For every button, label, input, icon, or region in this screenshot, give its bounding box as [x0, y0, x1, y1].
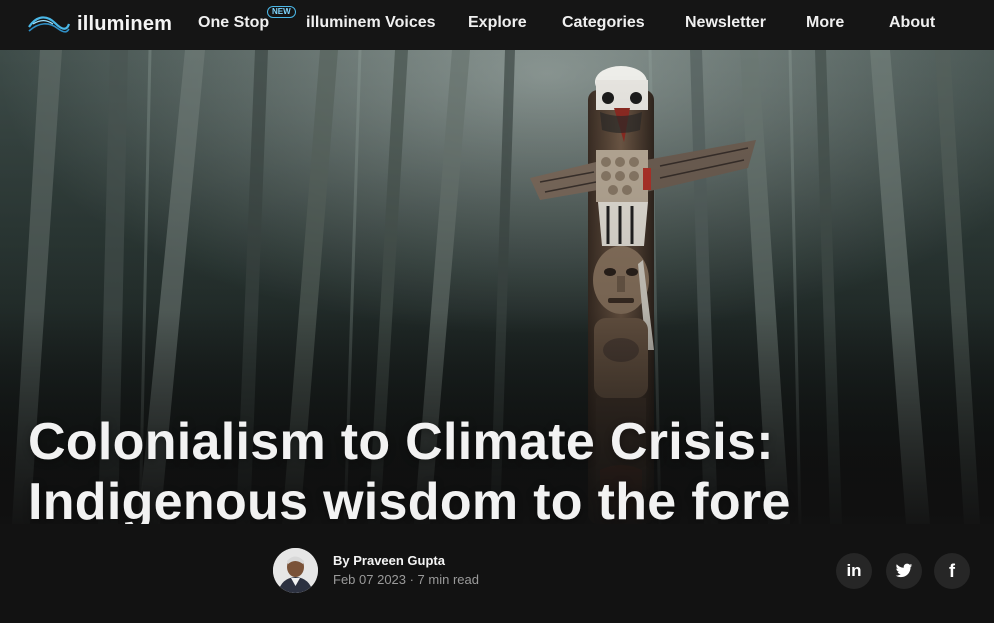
- new-badge: NEW: [267, 6, 296, 18]
- nav-explore[interactable]: Explore: [468, 14, 527, 32]
- top-nav: illuminem One Stop NEW illuminem Voices …: [0, 0, 994, 50]
- publish-date: Feb 07 2023 · 7 min read: [333, 572, 479, 587]
- nav-newsletter[interactable]: Newsletter: [685, 14, 766, 32]
- logo-text: illuminem: [77, 12, 173, 35]
- author-avatar[interactable]: [273, 548, 318, 593]
- logo-wave-icon: [28, 16, 71, 33]
- nav-illuminem-voices[interactable]: illuminem Voices: [306, 14, 436, 32]
- hero-image: Colonialism to Climate Crisis: Indigenou…: [0, 50, 994, 524]
- title-line-2: Indigenous wisdom to the fore: [28, 473, 791, 524]
- nav-about[interactable]: About: [889, 14, 935, 32]
- facebook-icon: f: [949, 560, 955, 581]
- author-photo: [273, 548, 318, 593]
- nav-more[interactable]: More: [806, 14, 844, 32]
- site-logo[interactable]: illuminem: [27, 10, 172, 38]
- nav-categories[interactable]: Categories: [562, 14, 645, 32]
- share-twitter-button[interactable]: [886, 553, 922, 589]
- share-facebook-button[interactable]: f: [934, 553, 970, 589]
- twitter-icon: [895, 563, 913, 578]
- nav-one-stop[interactable]: One Stop: [198, 14, 269, 32]
- article-title: Colonialism to Climate Crisis: Indigenou…: [28, 412, 888, 524]
- linkedin-icon: in: [846, 561, 862, 580]
- author-byline[interactable]: By Praveen Gupta: [333, 553, 445, 568]
- share-linkedin-button[interactable]: in: [836, 553, 872, 589]
- title-line-1: Colonialism to Climate Crisis:: [28, 413, 774, 471]
